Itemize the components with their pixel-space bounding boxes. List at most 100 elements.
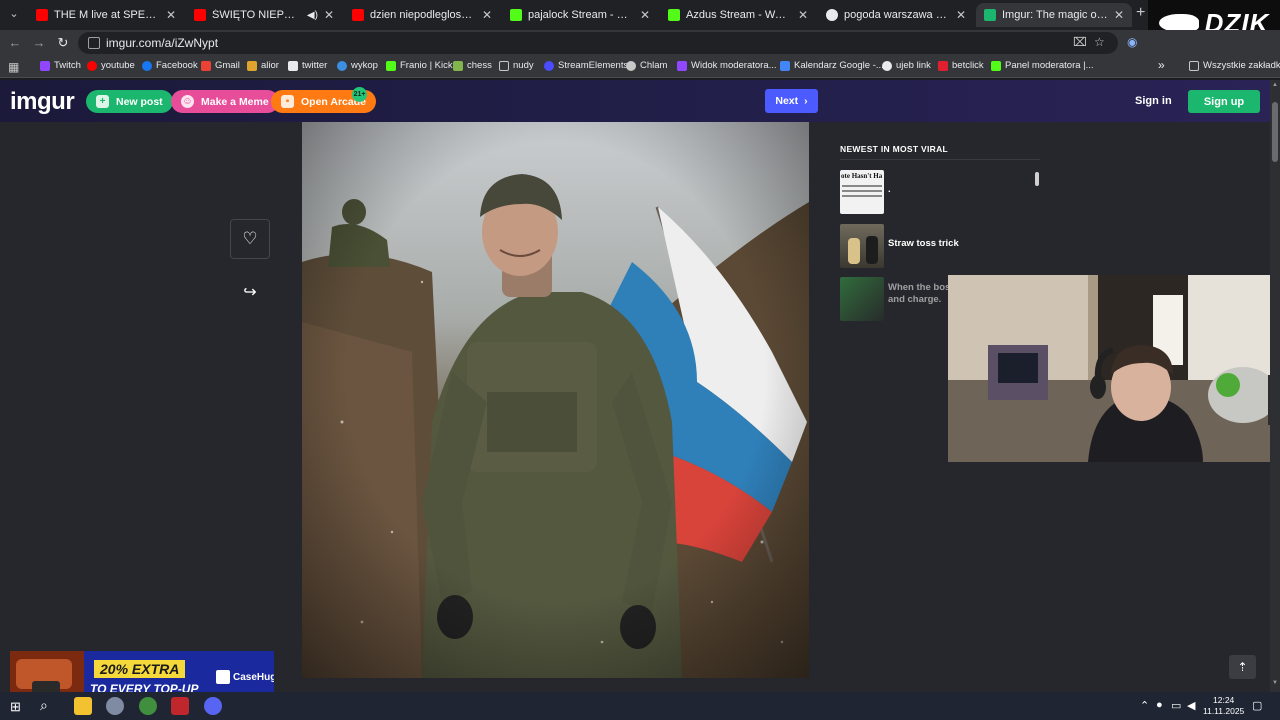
folder-icon bbox=[499, 60, 509, 71]
kick-icon bbox=[668, 9, 680, 21]
back-arrow-icon[interactable]: ← bbox=[6, 34, 24, 52]
file-explorer-icon[interactable] bbox=[74, 697, 92, 715]
bookmarks-bar: ▦ Twitch youtube Facebook Gmail alior tw… bbox=[0, 56, 1280, 78]
thumb-figure bbox=[848, 238, 860, 264]
sign-up-button[interactable]: Sign up bbox=[1188, 90, 1260, 113]
bookmark-label: Franio | Kick bbox=[400, 60, 453, 71]
post-image[interactable] bbox=[302, 122, 809, 678]
webcam-overlay bbox=[948, 275, 1280, 462]
notifications-icon[interactable]: ▢ bbox=[1252, 699, 1262, 712]
imgur-logo[interactable]: imgur bbox=[10, 88, 75, 116]
sidebar-scroll-indicator[interactable] bbox=[1035, 172, 1039, 186]
reload-icon[interactable]: ↻ bbox=[54, 34, 72, 52]
sidebar-item-1[interactable]: ote Hasn't Ha . bbox=[840, 170, 1040, 215]
close-icon[interactable]: ✕ bbox=[166, 8, 176, 22]
bookmark-panel-moderatora[interactable]: Panel moderatora |... bbox=[991, 60, 1094, 71]
bookmark-star-icon[interactable]: ☆ bbox=[1094, 35, 1105, 49]
chrome-icon[interactable] bbox=[139, 697, 157, 715]
tab-1[interactable]: THE M live at SPEEDLAND FEST ✕ bbox=[28, 3, 184, 27]
tab-6[interactable]: pogoda warszawa - Szukaj w G ✕ bbox=[818, 3, 974, 27]
cast-icon[interactable]: ◉ bbox=[1127, 35, 1137, 49]
bookmark-label: nudy bbox=[513, 60, 534, 71]
bookmark-label: youtube bbox=[101, 60, 135, 71]
volume-icon[interactable]: ◀ bbox=[1187, 699, 1195, 712]
make-meme-button[interactable]: ☺ Make a Meme bbox=[171, 90, 279, 113]
new-post-button[interactable]: + New post bbox=[86, 90, 173, 113]
share-arrow-icon[interactable]: ↪ bbox=[240, 282, 260, 302]
translate-icon[interactable]: ⌧ bbox=[1073, 35, 1087, 49]
close-icon[interactable]: ✕ bbox=[482, 8, 492, 22]
casehug-logo-icon bbox=[216, 670, 230, 684]
twitch-icon bbox=[40, 60, 50, 71]
all-bookmarks-folder[interactable]: Wszystkie zakładki bbox=[1189, 60, 1280, 71]
scroll-up-arrow-icon[interactable]: ▲ bbox=[1271, 82, 1279, 88]
bookmark-twitter[interactable]: twitter bbox=[288, 60, 327, 71]
tab-4[interactable]: pajalock Stream - Watch Live o ✕ bbox=[502, 3, 658, 27]
site-info-icon[interactable] bbox=[88, 37, 100, 49]
thumb-headline: ote Hasn't Ha bbox=[841, 172, 883, 180]
sidebar-item-1-label: . bbox=[888, 184, 891, 195]
tab-search-chevron-icon[interactable]: ⌄ bbox=[4, 4, 24, 24]
tab-5[interactable]: Azdus Stream - Watch Live on ✕ bbox=[660, 3, 816, 27]
bookmark-kalendarz-google[interactable]: Kalendarz Google -... bbox=[780, 60, 884, 71]
bookmarks-overflow-icon[interactable]: » bbox=[1158, 58, 1165, 72]
url-input[interactable]: imgur.com/a/iZwNypt bbox=[78, 32, 1118, 54]
bookmark-twitch[interactable]: Twitch bbox=[40, 60, 81, 71]
speaker-icon[interactable]: ◀) bbox=[307, 10, 318, 21]
network-icon[interactable]: ▭ bbox=[1171, 699, 1181, 712]
close-icon[interactable]: ✕ bbox=[324, 8, 334, 22]
bookmark-nudy[interactable]: nudy bbox=[499, 60, 534, 71]
search-icon[interactable]: ⌕ bbox=[40, 697, 48, 714]
page-scrollbar[interactable]: ▲ ▼ bbox=[1270, 80, 1280, 692]
tab-3[interactable]: dzien niepodleglosci - YouTube ✕ bbox=[344, 3, 500, 27]
app-icon[interactable] bbox=[171, 697, 189, 715]
bookmark-facebook[interactable]: Facebook bbox=[142, 60, 198, 71]
close-icon[interactable]: ✕ bbox=[956, 8, 966, 22]
thumb-text-line bbox=[842, 190, 882, 192]
bookmark-chlam[interactable]: Chlam bbox=[626, 60, 667, 71]
microphone-icon[interactable]: ● bbox=[1156, 699, 1163, 711]
app-icon[interactable] bbox=[106, 697, 124, 715]
tab-7-active[interactable]: Imgur: The magic of the Interne ✕ bbox=[976, 3, 1132, 27]
bookmark-label: StreamElements bbox=[558, 60, 629, 71]
address-bar: ← → ↻ imgur.com/a/iZwNypt ⌧ ☆ ◉ bbox=[0, 30, 1280, 56]
next-label: Next bbox=[775, 95, 799, 107]
scrollbar-thumb[interactable] bbox=[1272, 102, 1278, 162]
folder-icon bbox=[1189, 60, 1199, 71]
bookmark-alior[interactable]: alior bbox=[247, 60, 279, 71]
windows-start-icon[interactable]: ⊞ bbox=[10, 699, 21, 715]
close-icon[interactable]: ✕ bbox=[798, 8, 808, 22]
sidebar-item-2[interactable]: Straw toss trick bbox=[840, 224, 1040, 269]
bookmark-wykop[interactable]: wykop bbox=[337, 60, 378, 71]
tray-chevron-icon[interactable]: ⌃ bbox=[1140, 699, 1149, 712]
sign-in-link[interactable]: Sign in bbox=[1135, 95, 1172, 107]
bookmark-betclick[interactable]: betclick bbox=[938, 60, 984, 71]
apps-grid-icon[interactable]: ▦ bbox=[8, 60, 19, 74]
tab-4-label: pajalock Stream - Watch Live o bbox=[528, 9, 634, 21]
bookmark-streamelements[interactable]: StreamElements bbox=[544, 60, 628, 71]
system-clock[interactable]: 12:24 11.11.2025 bbox=[1203, 695, 1244, 717]
bookmark-franio-kick[interactable]: Franio | Kick bbox=[386, 60, 453, 71]
bookmark-youtube[interactable]: youtube bbox=[87, 60, 135, 71]
close-icon[interactable]: ✕ bbox=[1114, 8, 1124, 22]
new-tab-plus-icon[interactable]: + bbox=[1136, 4, 1145, 22]
next-post-button[interactable]: Next › bbox=[765, 89, 818, 113]
bookmark-widok-moderatora[interactable]: Widok moderatora... bbox=[677, 60, 777, 71]
youtube-icon bbox=[36, 9, 48, 21]
imgur-header: imgur + New post ☺ Make a Meme ▪ Open Ar… bbox=[0, 80, 1270, 122]
tab-2-label: ŚWIĘTO NIEPODLEGŁOŚCI bbox=[212, 9, 303, 21]
discord-icon[interactable] bbox=[204, 697, 222, 715]
bookmark-ujeb-link[interactable]: ujeb link bbox=[882, 60, 931, 71]
favorite-heart-icon[interactable]: ♡ bbox=[230, 219, 270, 259]
bookmark-chess[interactable]: chess bbox=[453, 60, 492, 71]
close-icon[interactable]: ✕ bbox=[640, 8, 650, 22]
bookmark-label: wykop bbox=[351, 60, 378, 71]
back-to-top-arrow-icon[interactable]: ⇡ bbox=[1229, 655, 1256, 679]
bookmark-label: Twitch bbox=[54, 60, 81, 71]
tab-1-label: THE M live at SPEEDLAND FEST bbox=[54, 9, 160, 21]
bookmark-gmail[interactable]: Gmail bbox=[201, 60, 240, 71]
tab-2[interactable]: ŚWIĘTO NIEPODLEGŁOŚCI ◀) ✕ bbox=[186, 3, 342, 27]
forward-arrow-icon[interactable]: → bbox=[30, 34, 48, 52]
ad-brand-text: CaseHug bbox=[233, 671, 274, 683]
scroll-down-arrow-icon[interactable]: ▼ bbox=[1271, 680, 1279, 686]
